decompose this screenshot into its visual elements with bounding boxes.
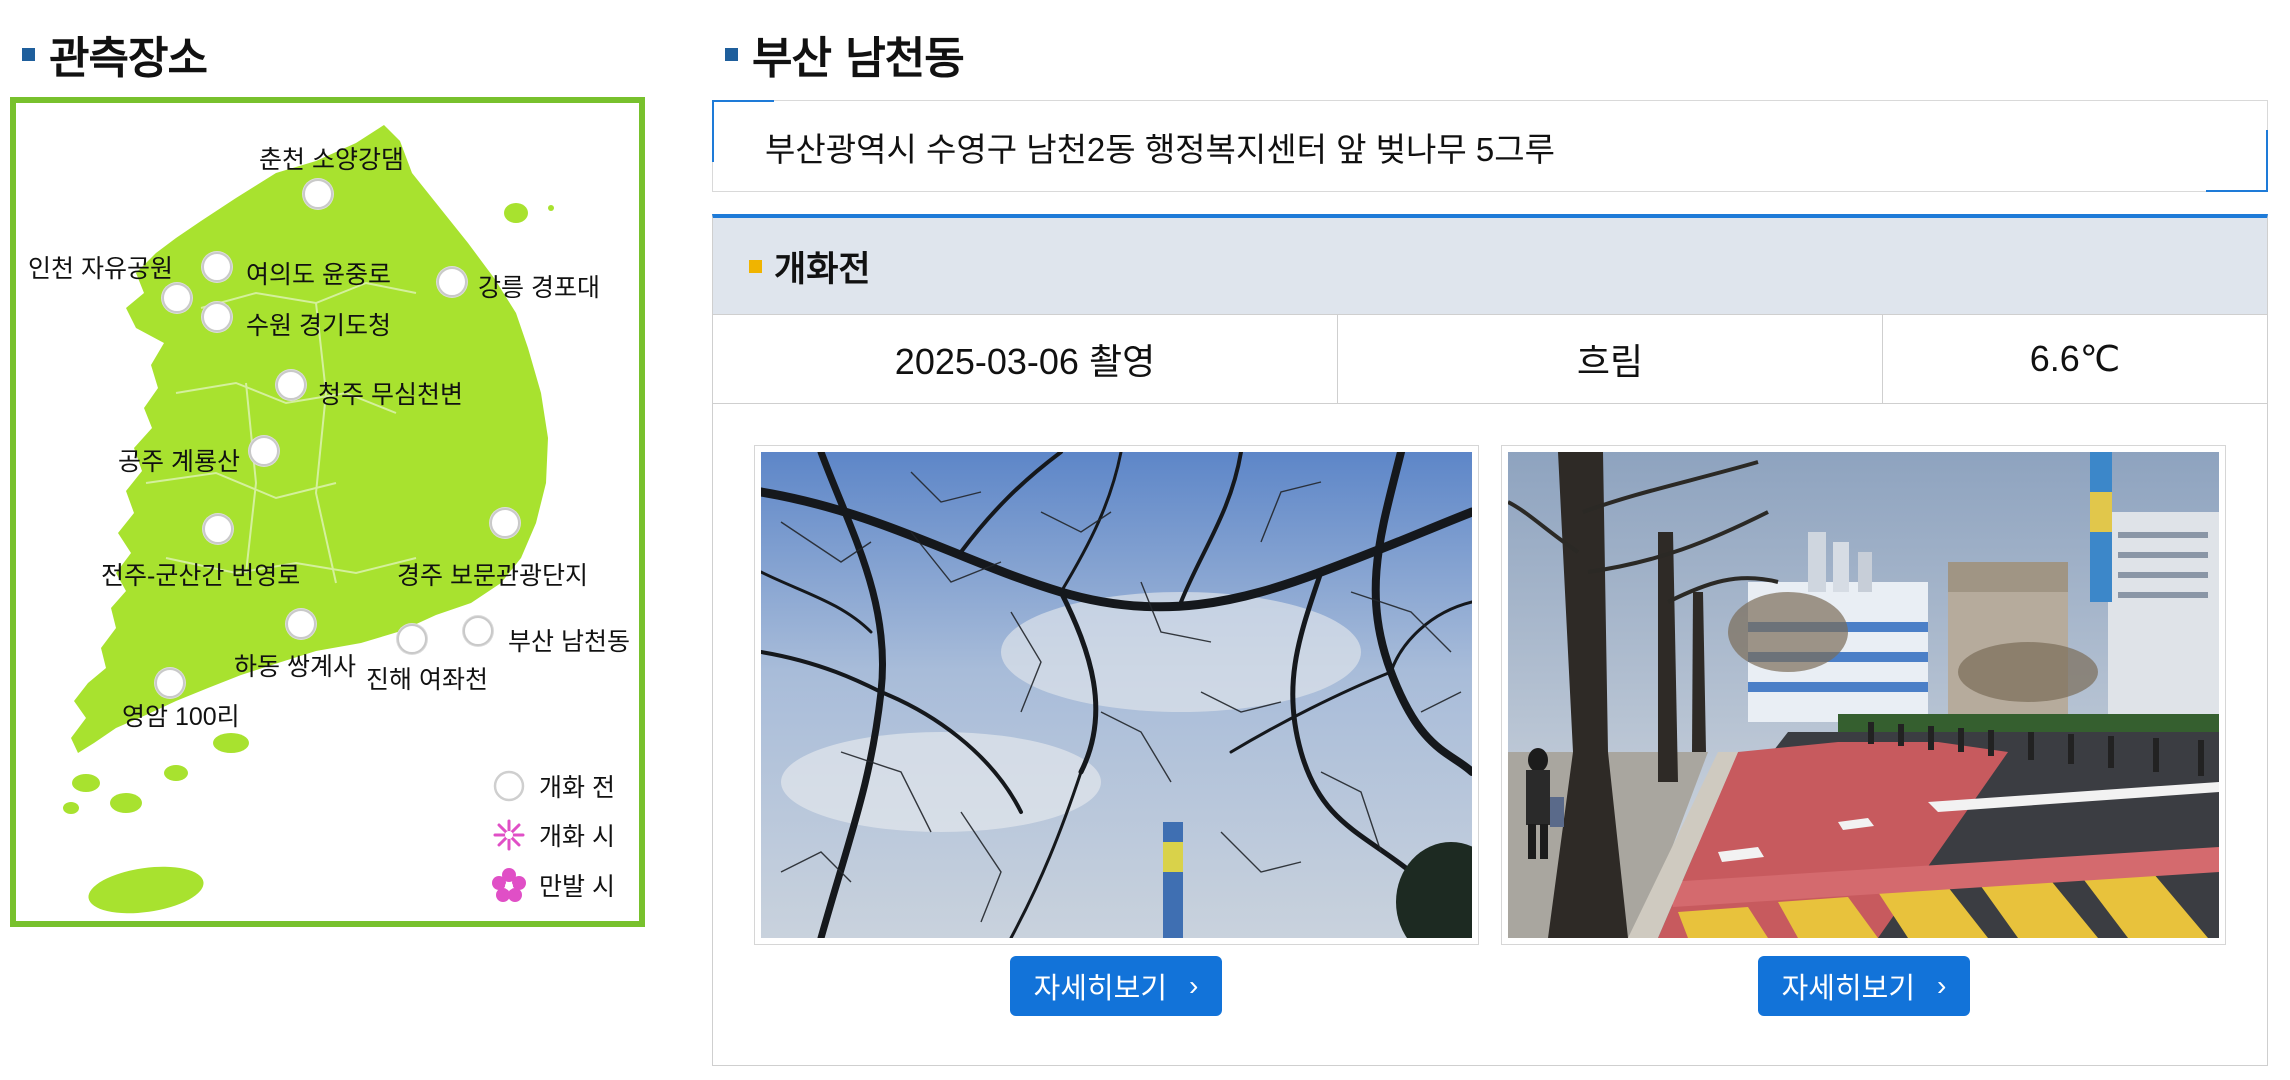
island-shape — [110, 793, 142, 813]
map-marker-yeongam[interactable] — [155, 668, 185, 698]
island-shape — [213, 733, 249, 753]
island-shape — [548, 205, 554, 211]
cherry-blossom-outline-icon — [491, 817, 527, 853]
address-text: 부산광역시 수영구 남천2동 행정복지센터 앞 벚나무 5그루 — [765, 131, 1555, 168]
street-view-photo — [1508, 452, 2219, 938]
photo-card-branches[interactable] — [754, 445, 1479, 945]
title-text: 부산 남천동 — [752, 33, 965, 84]
map-marker-busan[interactable] — [463, 616, 493, 646]
island-shape — [164, 765, 188, 781]
map-marker-gyeongju[interactable] — [490, 508, 520, 538]
map-label-busan[interactable]: 부산 남천동 — [508, 622, 630, 658]
photo-card-street[interactable] — [1501, 445, 2226, 945]
island-shape — [63, 802, 79, 814]
section-title-selected-location: 부산 남천동 — [725, 22, 965, 86]
address-box: 부산광역시 수영구 남천2동 행정복지센터 앞 벚나무 5그루 — [712, 100, 2268, 192]
legend-full-bloom: 만발 시 — [491, 867, 615, 903]
title-text: 관측장소 — [49, 33, 208, 84]
map-label-gongju[interactable]: 공주 계룡산 — [118, 442, 240, 478]
legend-label: 개화 시 — [539, 823, 615, 851]
map-label-yeongam[interactable]: 영암 100리 — [122, 697, 240, 733]
status-header: 개화전 — [713, 218, 2267, 315]
chevron-right-icon: › — [1937, 970, 1947, 1001]
map-label-chuncheon[interactable]: 춘천 소양강댐 — [259, 140, 404, 176]
temperature: 6.6℃ — [2029, 338, 2121, 379]
map-marker-cheongju[interactable] — [276, 370, 306, 400]
map-label-jeonju[interactable]: 전주-군산간 번영로 — [101, 556, 300, 592]
korea-map-panel: 춘천 소양강댐 인천 자유공원 여의도 윤중로 강릉 경포대 수원 경기도청 청… — [10, 97, 645, 927]
map-marker-gangneung[interactable] — [437, 267, 467, 297]
map-label-suwon[interactable]: 수원 경기도청 — [246, 306, 391, 342]
legend-before-bloom: 개화 전 — [491, 768, 615, 804]
detail-button-photo-1[interactable]: 자세히보기 › — [1010, 956, 1222, 1016]
map-marker-gongju[interactable] — [249, 436, 279, 466]
map-label-yeouido[interactable]: 여의도 윤중로 — [246, 255, 391, 291]
map-label-cheongju[interactable]: 청주 무심천변 — [318, 375, 463, 411]
map-label-gyeongju[interactable]: 경주 보문관광단지 — [397, 556, 588, 592]
title-bullet — [725, 47, 738, 61]
cherry-tree-branches-photo — [761, 452, 1472, 938]
status-title: 개화전 — [774, 249, 871, 290]
detail-button-label: 자세히보기 — [1033, 973, 1168, 1005]
map-marker-chuncheon[interactable] — [303, 179, 333, 209]
map-label-incheon[interactable]: 인천 자유공원 — [28, 249, 173, 285]
corner-accent — [2206, 130, 2268, 192]
status-bullet — [749, 259, 762, 273]
photo-date: 2025-03-06 촬영 — [713, 315, 1338, 403]
section-title-locations: 관측장소 — [22, 22, 208, 86]
island-shape — [504, 203, 528, 223]
map-marker-hadong[interactable] — [286, 609, 316, 639]
map-marker-incheon[interactable] — [162, 283, 192, 313]
island-shape — [72, 774, 100, 792]
map-marker-yeouido[interactable] — [202, 252, 232, 282]
cherry-blossom-filled-icon — [491, 867, 527, 903]
observation-info-row: 2025-03-06 촬영 흐림 6.6℃ — [713, 315, 2267, 404]
map-marker-jinhae[interactable] — [397, 624, 427, 654]
legend-blooming: 개화 시 — [491, 817, 615, 853]
map-marker-jeonju[interactable] — [203, 514, 233, 544]
map-label-gangneung[interactable]: 강릉 경포대 — [478, 268, 600, 304]
empty-circle-icon — [491, 768, 527, 804]
map-label-hadong[interactable]: 하동 쌍계사 — [234, 647, 356, 683]
map-label-jinhae[interactable]: 진해 여좌천 — [366, 660, 488, 696]
detail-button-label: 자세히보기 — [1781, 973, 1916, 1005]
map-marker-suwon[interactable] — [202, 302, 232, 332]
chevron-right-icon: › — [1189, 970, 1199, 1001]
title-bullet — [22, 47, 35, 61]
legend-label: 만발 시 — [539, 873, 615, 901]
weather: 흐림 — [1338, 315, 1883, 403]
detail-button-photo-2[interactable]: 자세히보기 › — [1758, 956, 1970, 1016]
jeju-island-shape — [88, 866, 204, 914]
legend-label: 개화 전 — [539, 774, 615, 802]
